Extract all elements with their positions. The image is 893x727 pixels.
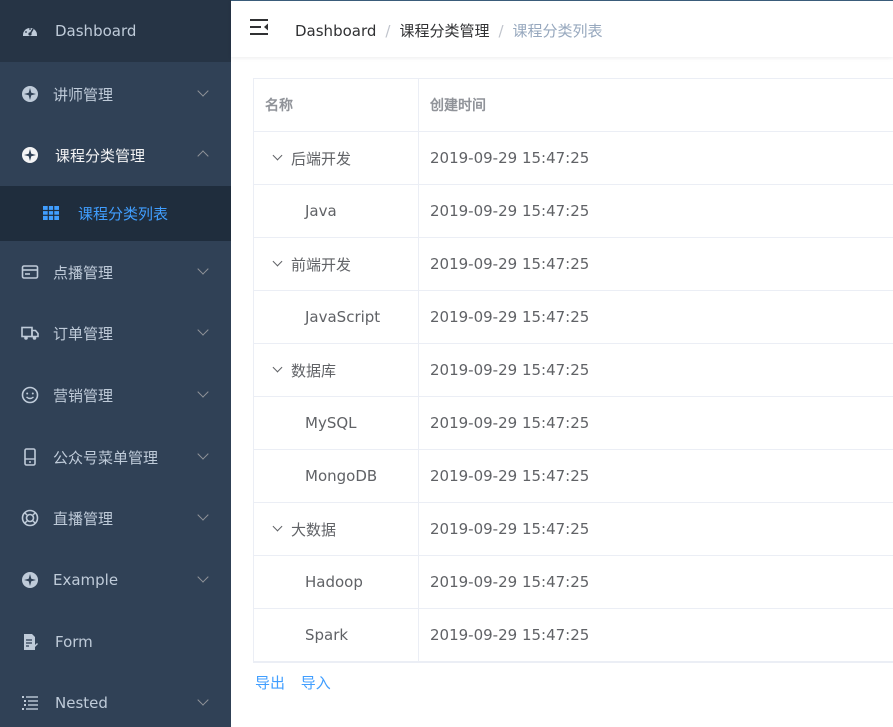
menu-label: 课程分类管理 <box>55 146 146 165</box>
menu-item-vod[interactable]: 点播管理 <box>0 241 231 303</box>
breadcrumb-separator: / <box>385 21 391 40</box>
table-row: Spark 2019-09-29 15:47:25 <box>254 609 893 662</box>
cell-name: MongoDB <box>305 467 378 485</box>
menu-label: Form <box>55 633 93 651</box>
cell-name: 前端开发 <box>291 255 352 274</box>
cell-name: 数据库 <box>291 361 337 380</box>
submenu-item-course-category-list[interactable]: 课程分类列表 <box>0 186 231 241</box>
cell-time: 2019-09-29 15:47:25 <box>430 573 590 591</box>
nested-icon <box>21 694 39 712</box>
menu-label: 订单管理 <box>53 324 114 343</box>
menu-label: 讲师管理 <box>53 85 114 104</box>
submenu-label: 课程分类列表 <box>78 205 169 223</box>
cell-time: 2019-09-29 15:47:25 <box>430 520 590 538</box>
cell-name: Java <box>305 202 337 220</box>
menu-label: Nested <box>55 694 108 712</box>
menu-item-course-category[interactable]: 课程分类管理 <box>0 124 231 186</box>
truck-icon <box>21 324 39 342</box>
table-row: 前端开发 2019-09-29 15:47:25 <box>254 238 893 291</box>
cell-name: 后端开发 <box>291 149 352 168</box>
cell-time: 2019-09-29 15:47:25 <box>430 202 590 220</box>
table-row: 数据库 2019-09-29 15:47:25 <box>254 344 893 397</box>
cell-name: MySQL <box>305 414 357 432</box>
menu-label: 点播管理 <box>53 263 114 282</box>
expand-chevron-icon[interactable] <box>272 521 283 532</box>
chevron-down-icon <box>197 324 209 336</box>
table-actions: 导出 导入 <box>255 672 342 693</box>
breadcrumb: Dashboard / 课程分类管理 / 课程分类列表 <box>295 20 603 41</box>
navbar: Dashboard / 课程分类管理 / 课程分类列表 <box>231 0 893 57</box>
chevron-down-icon <box>197 386 209 398</box>
breadcrumb-item-course-category[interactable]: 课程分类管理 <box>399 20 489 41</box>
dashboard-icon <box>21 22 39 40</box>
export-link[interactable]: 导出 <box>255 674 285 692</box>
form-icon <box>21 633 39 651</box>
chevron-down-icon <box>197 509 209 521</box>
menu-label: Dashboard <box>55 22 137 40</box>
chevron-down-icon <box>197 85 209 97</box>
category-table: 名称 创建时间 后端开发 2019-09-29 15:47:25 Java 20… <box>253 78 893 663</box>
menu-item-wechat-menu[interactable]: 公众号菜单管理 <box>0 426 231 488</box>
cell-time: 2019-09-29 15:47:25 <box>430 414 590 432</box>
lifebuoy-icon <box>21 509 39 527</box>
table-row: MongoDB 2019-09-29 15:47:25 <box>254 450 893 503</box>
table-row: 大数据 2019-09-29 15:47:25 <box>254 503 893 556</box>
menu-item-order[interactable]: 订单管理 <box>0 302 231 364</box>
chevron-down-icon <box>197 571 209 583</box>
phone-icon <box>21 448 39 466</box>
cell-time: 2019-09-29 15:47:25 <box>430 149 590 167</box>
cell-time: 2019-09-29 15:47:25 <box>430 308 590 326</box>
cell-name: Hadoop <box>305 573 363 591</box>
table-header: 名称 创建时间 <box>254 79 893 132</box>
cell-time: 2019-09-29 15:47:25 <box>430 361 590 379</box>
menu-item-live[interactable]: 直播管理 <box>0 487 231 549</box>
menu-item-nested[interactable]: Nested <box>0 672 231 727</box>
breadcrumb-item-current: 课程分类列表 <box>512 22 603 40</box>
menu-item-example[interactable]: Example <box>0 549 231 611</box>
table-row: Hadoop 2019-09-29 15:47:25 <box>254 556 893 609</box>
expand-chevron-icon[interactable] <box>272 256 283 267</box>
cell-time: 2019-09-29 15:47:25 <box>430 626 590 644</box>
chevron-down-icon <box>197 448 209 460</box>
expand-chevron-icon[interactable] <box>272 150 283 161</box>
column-header-created-time: 创建时间 <box>430 98 486 114</box>
menu-item-marketing[interactable]: 营销管理 <box>0 364 231 426</box>
cell-name: 大数据 <box>291 520 337 539</box>
expand-chevron-icon[interactable] <box>272 362 283 373</box>
example-icon <box>21 85 39 103</box>
table-row: Java 2019-09-29 15:47:25 <box>254 185 893 238</box>
menu-label: 直播管理 <box>53 509 114 528</box>
import-link[interactable]: 导入 <box>301 674 331 692</box>
table-row: MySQL 2019-09-29 15:47:25 <box>254 397 893 450</box>
menu-item-form[interactable]: Form <box>0 611 231 673</box>
cell-time: 2019-09-29 15:47:25 <box>430 467 590 485</box>
breadcrumb-item-dashboard[interactable]: Dashboard <box>295 22 376 40</box>
card-icon <box>21 263 39 281</box>
table-row: JavaScript 2019-09-29 15:47:25 <box>254 291 893 344</box>
menu-label: 公众号菜单管理 <box>53 448 159 467</box>
column-header-name: 名称 <box>254 79 419 131</box>
menu-item-teacher[interactable]: 讲师管理 <box>0 63 231 125</box>
cell-name: JavaScript <box>305 308 381 326</box>
menu-item-dashboard[interactable]: Dashboard <box>0 0 231 62</box>
chevron-down-icon <box>197 263 209 275</box>
breadcrumb-separator: / <box>498 21 504 40</box>
table-row: 后端开发 2019-09-29 15:47:25 <box>254 132 893 185</box>
menu-label: 营销管理 <box>53 386 114 405</box>
cell-name: Spark <box>305 626 349 644</box>
chevron-up-icon <box>197 150 209 162</box>
face-icon <box>21 386 39 404</box>
example-icon <box>21 146 39 164</box>
hamburger-icon[interactable] <box>250 18 270 36</box>
sidebar: Dashboard 讲师管理 课程分类管理 课程分类列表 点播管理 订单管理 营… <box>0 0 231 727</box>
chevron-down-icon <box>197 694 209 706</box>
example-icon <box>21 571 39 589</box>
table-icon <box>43 205 59 222</box>
menu-label: Example <box>53 571 119 589</box>
cell-time: 2019-09-29 15:47:25 <box>430 255 590 273</box>
